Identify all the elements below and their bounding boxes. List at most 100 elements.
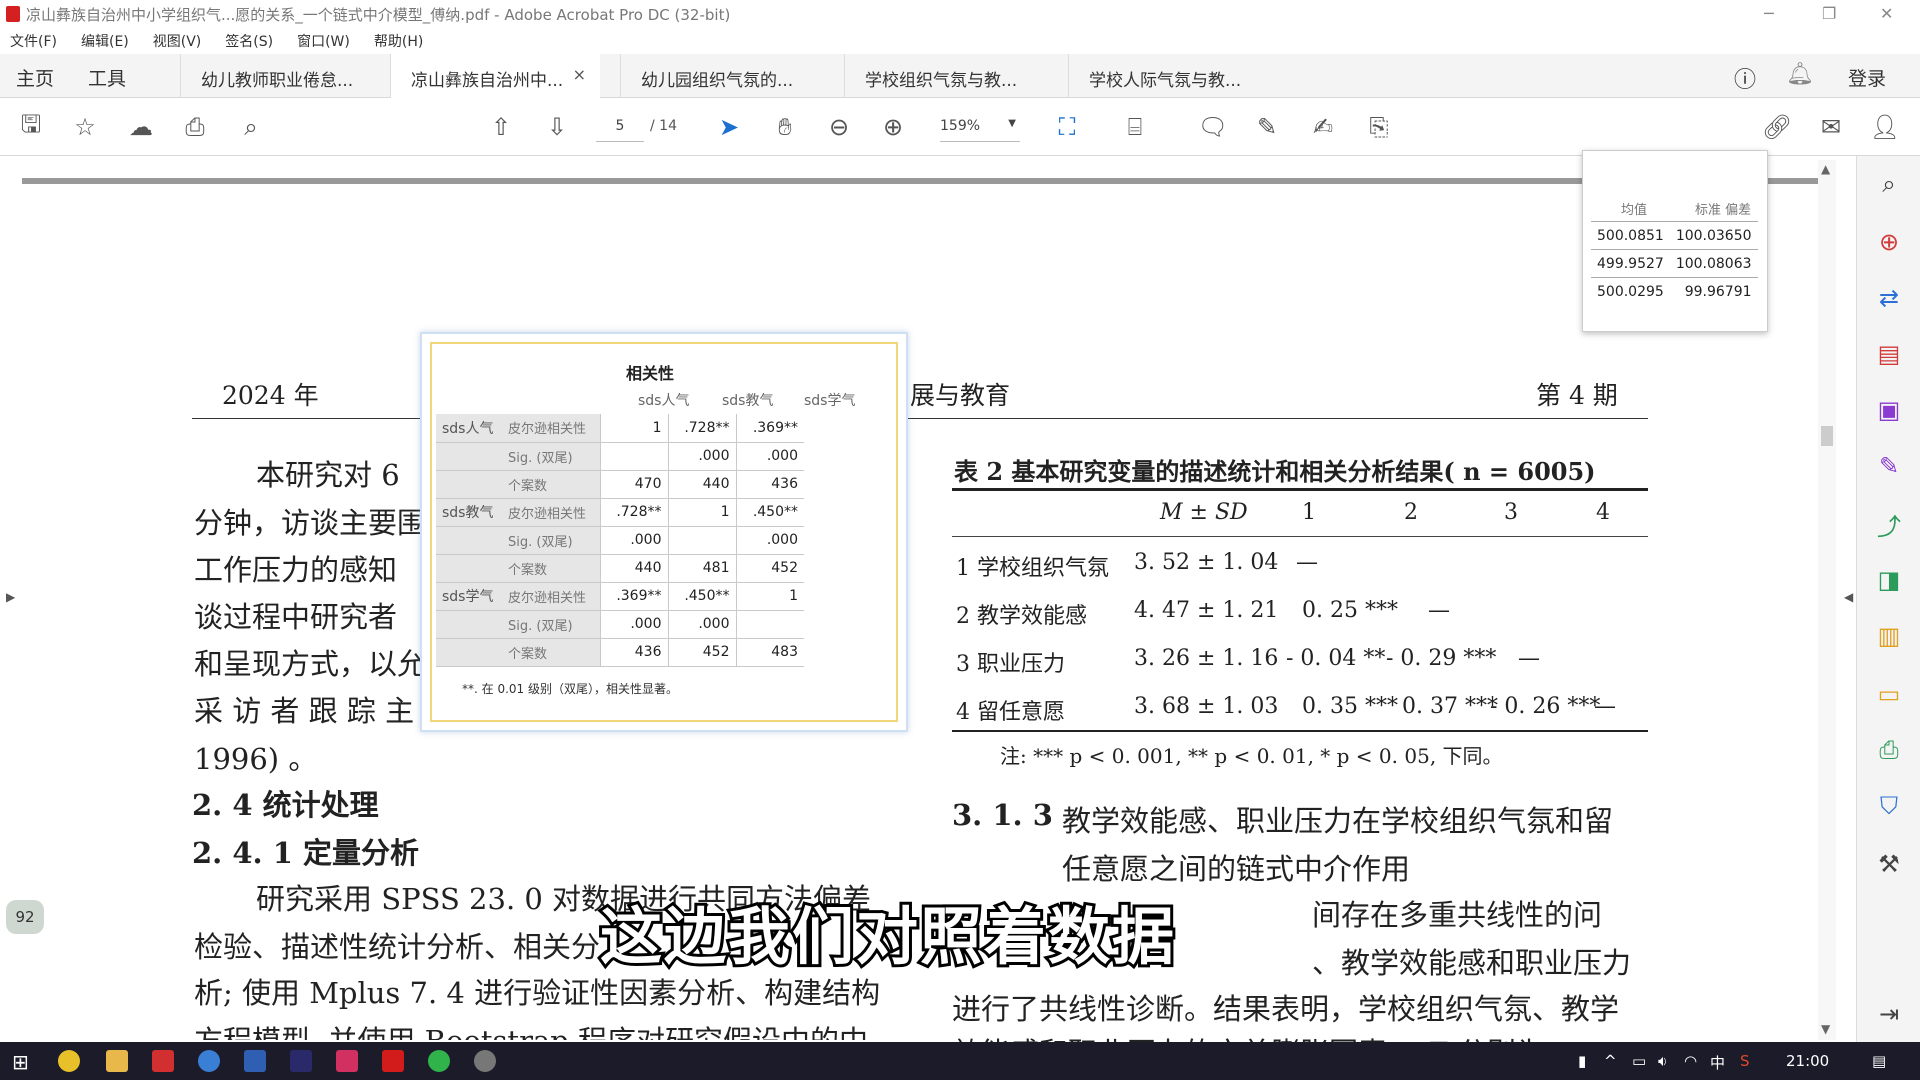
page-number-input[interactable]: 5 [596,118,644,142]
file-explorer-icon[interactable] [106,1050,128,1072]
comment-icon[interactable]: 🗨︎ [1196,110,1230,144]
table-row: 个案数 470 440 436 [436,470,804,499]
spss-cell: 481 [667,554,736,583]
scroll-thumb[interactable] [1821,426,1833,446]
nav-tools[interactable]: 工具 [88,64,126,91]
table2-header: 3 [1504,500,1518,525]
ime-indicator[interactable]: 中 [1710,1052,1725,1073]
minimize-button[interactable]: ─ [1764,4,1774,23]
doc-tab-label: 学校人际气氛与教... [1089,71,1242,91]
page-badge[interactable]: 92 [6,900,44,934]
desc-table: 500.0851 100.03650 499.9527 100.08063 500.… [1591,221,1758,306]
clock[interactable]: 21:00 [1786,1052,1829,1070]
bookmark-star-icon[interactable]: ☆ [68,110,102,144]
body-line: 谈过程中研究者 [194,600,398,634]
body-line: 采 访 者 跟 踪 主 是 [194,694,453,728]
send-review-icon[interactable]: ⤴ [1871,506,1907,542]
next-page-icon[interactable]: ⇩ [540,110,574,144]
save-icon[interactable]: 🖫 [14,110,48,144]
spss-var-label [436,442,502,471]
zoom-out-icon[interactable]: ⊖ [822,110,856,144]
upload-cloud-icon[interactable]: ☁ [124,110,158,144]
share-stamp-icon[interactable]: ⎘ [1362,110,1396,144]
menu-view[interactable]: 视图(V) [153,31,202,51]
spss-cell: 436 [599,638,668,667]
body-line: 检验、描述性统计分析、相关分 [194,930,601,964]
edit-pdf-icon[interactable]: ▣ [1871,392,1907,428]
zoom-icon[interactable]: ⌕ [1871,166,1907,202]
search-zoom-icon[interactable]: ⌕ [234,110,268,144]
browser-icon[interactable] [198,1050,220,1072]
combine-files-icon[interactable]: ▥ [1871,618,1907,654]
vertical-scrollbar[interactable]: ▲ ▼ [1818,160,1836,1040]
create-pdf-icon[interactable]: ⊕ [1871,224,1907,260]
comment-tool-icon[interactable]: ▭ [1871,676,1907,712]
doc-tab[interactable]: 幼儿教师职业倦怠... [180,54,390,98]
hand-icon[interactable]: ✋︎ [768,110,802,144]
premiere-icon[interactable] [290,1050,312,1072]
organize-pages-icon[interactable]: ▤ [1871,336,1907,372]
menu-edit[interactable]: 编辑(E) [81,31,129,51]
link-icon[interactable]: 🔗︎ [1760,110,1794,144]
highlight-pen-icon[interactable]: ✎ [1250,110,1284,144]
bell-icon[interactable]: 🔔︎ [1786,62,1814,87]
header-rule [192,418,1648,419]
menu-window[interactable]: 窗口(W) [297,31,350,51]
windows-start-icon[interactable]: ⊞ [12,1050,29,1074]
chrome-icon[interactable] [58,1050,80,1072]
login-button[interactable]: 登录 [1848,64,1886,91]
export-pdf-icon[interactable]: ⇄ [1871,280,1907,316]
scroll-mode-icon[interactable]: ⌸ [1118,110,1152,144]
left-panel-toggle-icon[interactable]: ▶ [6,590,15,604]
tray-expand-icon[interactable]: ^ [1604,1052,1617,1070]
wps-icon[interactable] [152,1050,174,1072]
spss-cell [667,526,736,555]
table2-header: 4 [1596,500,1610,525]
print-icon[interactable]: ⎙ [178,110,212,144]
more-tools-icon[interactable]: ⚒ [1871,846,1907,882]
doc-tab[interactable]: 学校组织气氛与教... [844,54,1054,98]
acrobat-icon[interactable] [382,1050,404,1072]
fill-sign-icon[interactable]: ✎ [1871,448,1907,484]
spss-cell: .369** [735,414,804,443]
volume-icon[interactable]: 🔉︎ [1658,1052,1667,1070]
doc-tab[interactable]: 学校人际气氛与教... [1068,54,1278,98]
close-window-button[interactable]: ✕ [1880,4,1893,23]
select-arrow-icon[interactable]: ➤ [712,110,746,144]
fit-page-icon[interactable]: ⛶ [1050,110,1084,144]
wechat-icon[interactable] [428,1050,450,1072]
sign-icon[interactable]: ✍︎ [1306,110,1340,144]
zoom-in-icon[interactable]: ⊕ [876,110,910,144]
body-line: 分钟，访谈主要围 [194,506,427,540]
display-icon[interactable]: ▭ [1632,1052,1646,1070]
scroll-up-icon[interactable]: ▲ [1821,162,1830,176]
youdao-icon[interactable] [336,1050,358,1072]
antivirus-icon[interactable]: S [1740,1052,1750,1070]
close-tab-icon[interactable]: × [573,65,586,84]
menu-sign[interactable]: 签名(S) [225,31,273,51]
mail-icon[interactable]: ✉ [1814,110,1848,144]
doc-tab[interactable]: 幼儿园组织气氛的... [620,54,830,98]
compare-files-icon[interactable]: ◨ [1871,562,1907,598]
protect-shield-icon[interactable]: ⛉ [1871,788,1907,824]
menu-file[interactable]: 文件(F) [10,31,57,51]
nav-home[interactable]: 主页 [16,64,54,91]
add-user-icon[interactable]: 👤︎ [1868,110,1902,144]
table2-cell: 3. 26 ± 1. 16 [1134,646,1279,671]
spss-cell: .000 [667,442,736,471]
doc-tab-active[interactable]: 凉山彝族自治州中... × [390,54,600,98]
word-icon[interactable] [244,1050,266,1072]
app-icon[interactable] [474,1050,496,1072]
print-production-icon[interactable]: ⎙ [1871,732,1907,768]
battery-icon[interactable]: ▮ [1578,1052,1586,1070]
prev-page-icon[interactable]: ⇧ [484,110,518,144]
help-icon[interactable]: ⓘ [1734,62,1756,94]
restore-button[interactable]: ❐ [1822,4,1836,23]
network-icon[interactable]: ◠ [1684,1052,1697,1070]
scroll-down-icon[interactable]: ▼ [1821,1022,1830,1036]
right-panel-toggle-icon[interactable]: ◀ [1844,590,1853,604]
zoom-select[interactable]: 159% ▼ [940,118,1020,142]
notification-icon[interactable]: ▤ [1872,1052,1886,1070]
menu-help[interactable]: 帮助(H) [374,31,423,51]
collapse-panel-icon[interactable]: ⇥ [1871,996,1907,1032]
